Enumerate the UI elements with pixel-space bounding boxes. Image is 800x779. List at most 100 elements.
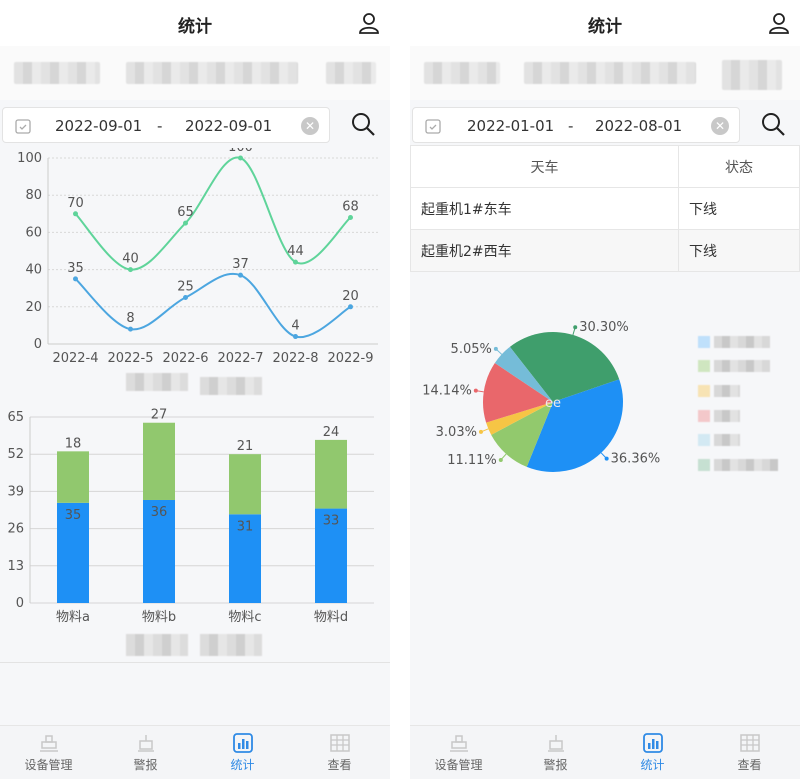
y-tick-label: 39 (7, 484, 24, 499)
bar (315, 439, 347, 509)
data-label: 40 (122, 252, 139, 267)
tab-label: 查看 (737, 758, 762, 772)
page-title: 统计 (178, 17, 212, 37)
bar (57, 451, 89, 503)
series-line (74, 156, 352, 271)
tab-stats[interactable]: 统计 (604, 726, 701, 779)
date-range-picker[interactable]: 2022-01-01 - 2022-08-01 ✕ (412, 107, 740, 143)
column-header-crane: 天车 (410, 145, 679, 188)
bar-chart-svg: 0 13 26 39 52 65 35 18 物料a 36 27 物料b 31 21 物料c 33 24 物料d (7, 408, 374, 625)
tab-view[interactable]: 查看 (701, 726, 798, 779)
filter-item[interactable] (14, 62, 100, 84)
pie-center-text: ee (545, 396, 561, 411)
legend-item[interactable] (200, 634, 262, 656)
clear-icon[interactable]: ✕ (711, 117, 729, 135)
page-title: 统计 (588, 17, 622, 37)
legend-item[interactable] (698, 360, 778, 372)
data-label: 21 (237, 439, 254, 454)
data-label: 33 (323, 514, 340, 529)
grid-icon (739, 734, 760, 752)
x-tick-label: 2022-9 (327, 351, 373, 366)
left-screen: 统计 2022-09-01 - 2022-09-01 ✕ 0 20 40 60 80 10… (0, 0, 390, 779)
filter-item[interactable] (424, 62, 500, 84)
data-label: 4 (291, 319, 299, 334)
tab-equipment[interactable]: 设备管理 (410, 726, 507, 779)
filter-item[interactable] (722, 60, 782, 90)
tab-stats[interactable]: 统计 (194, 726, 291, 779)
legend-item[interactable] (200, 377, 262, 395)
y-tick-label: 100 (17, 151, 42, 166)
legend-item[interactable] (698, 336, 778, 348)
tab-label: 警报 (543, 758, 568, 772)
start-date[interactable]: 2022-01-01 (467, 117, 554, 135)
tab-view[interactable]: 查看 (291, 726, 388, 779)
data-label: 35 (67, 261, 84, 276)
x-tick-label: 物料d (314, 610, 348, 625)
date-range-picker[interactable]: 2022-09-01 - 2022-09-01 ✕ (2, 107, 330, 143)
clear-icon[interactable]: ✕ (301, 117, 319, 135)
data-point (128, 326, 133, 332)
stats-icon (642, 733, 663, 753)
user-icon[interactable] (768, 11, 790, 35)
leader-dot (478, 429, 483, 434)
alarm-icon (547, 735, 564, 752)
data-point (293, 259, 298, 265)
x-tick-label: 2022-7 (217, 351, 263, 366)
legend-item[interactable] (698, 459, 778, 471)
start-date[interactable]: 2022-09-01 (55, 117, 142, 135)
slice-label: 36.36% (611, 452, 661, 467)
filter-item[interactable] (126, 62, 298, 84)
end-date[interactable]: 2022-09-01 (185, 117, 272, 135)
filter-item[interactable] (326, 62, 376, 84)
calendar-icon (425, 119, 441, 134)
data-label: 31 (237, 519, 254, 534)
y-tick-label: 26 (7, 522, 24, 537)
header: 统计 (410, 0, 800, 46)
filter-bar (0, 46, 390, 100)
y-tick-label: 0 (16, 596, 24, 611)
series-line (74, 272, 352, 339)
filter-item[interactable] (524, 62, 696, 84)
legend-item[interactable] (698, 385, 778, 397)
pie-chart: 30.30% 36.36% 11.11% 3.03% 14.14% 5.05% ee (410, 290, 800, 510)
legend-item[interactable] (698, 410, 778, 422)
line-chart-svg: 0 20 40 60 80 100 2022-4 2022-5 2022-6 2022-7 2022… (17, 140, 378, 366)
slice-label: 14.14% (422, 384, 472, 399)
tab-label: 设备管理 (434, 758, 483, 772)
legend-item[interactable] (126, 634, 188, 656)
slice-label: 30.30% (579, 320, 629, 335)
end-date[interactable]: 2022-08-01 (595, 117, 682, 135)
data-label: 18 (65, 436, 82, 451)
grid-icon (329, 734, 350, 752)
date-separator: - (568, 117, 574, 135)
y-tick-label: 20 (25, 300, 42, 315)
x-tick-label: 物料c (228, 610, 261, 625)
tab-label: 警报 (133, 758, 158, 772)
stats-icon (232, 733, 253, 753)
data-label: 100 (228, 148, 253, 155)
pie-chart-svg: 30.30% 36.36% 11.11% 3.03% 14.14% 5.05% ee (422, 320, 661, 472)
search-icon[interactable] (760, 111, 786, 137)
data-label: 37 (232, 257, 249, 272)
leader-dot (604, 456, 609, 461)
x-tick-label: 2022-5 (107, 351, 153, 366)
legend-item[interactable] (698, 434, 778, 446)
y-tick-label: 52 (7, 447, 24, 462)
search-icon[interactable] (350, 111, 376, 137)
data-point (348, 304, 353, 310)
user-icon[interactable] (358, 11, 380, 35)
tab-bar: 设备管理 警报 统计 查看 (410, 725, 800, 779)
tab-equipment[interactable]: 设备管理 (0, 726, 97, 779)
x-tick-label: 物料a (56, 610, 90, 625)
data-point (73, 211, 78, 217)
table-row[interactable]: 起重机2#西车 下线 (410, 229, 800, 272)
table-row[interactable]: 起重机1#东车 下线 (410, 187, 800, 230)
tab-alarm[interactable]: 警报 (97, 726, 194, 779)
tab-alarm[interactable]: 警报 (507, 726, 604, 779)
data-point (73, 276, 78, 282)
bar (143, 422, 175, 500)
divider (0, 662, 390, 663)
data-point (348, 215, 353, 221)
header: 统计 (0, 0, 390, 46)
legend-item[interactable] (126, 373, 188, 391)
